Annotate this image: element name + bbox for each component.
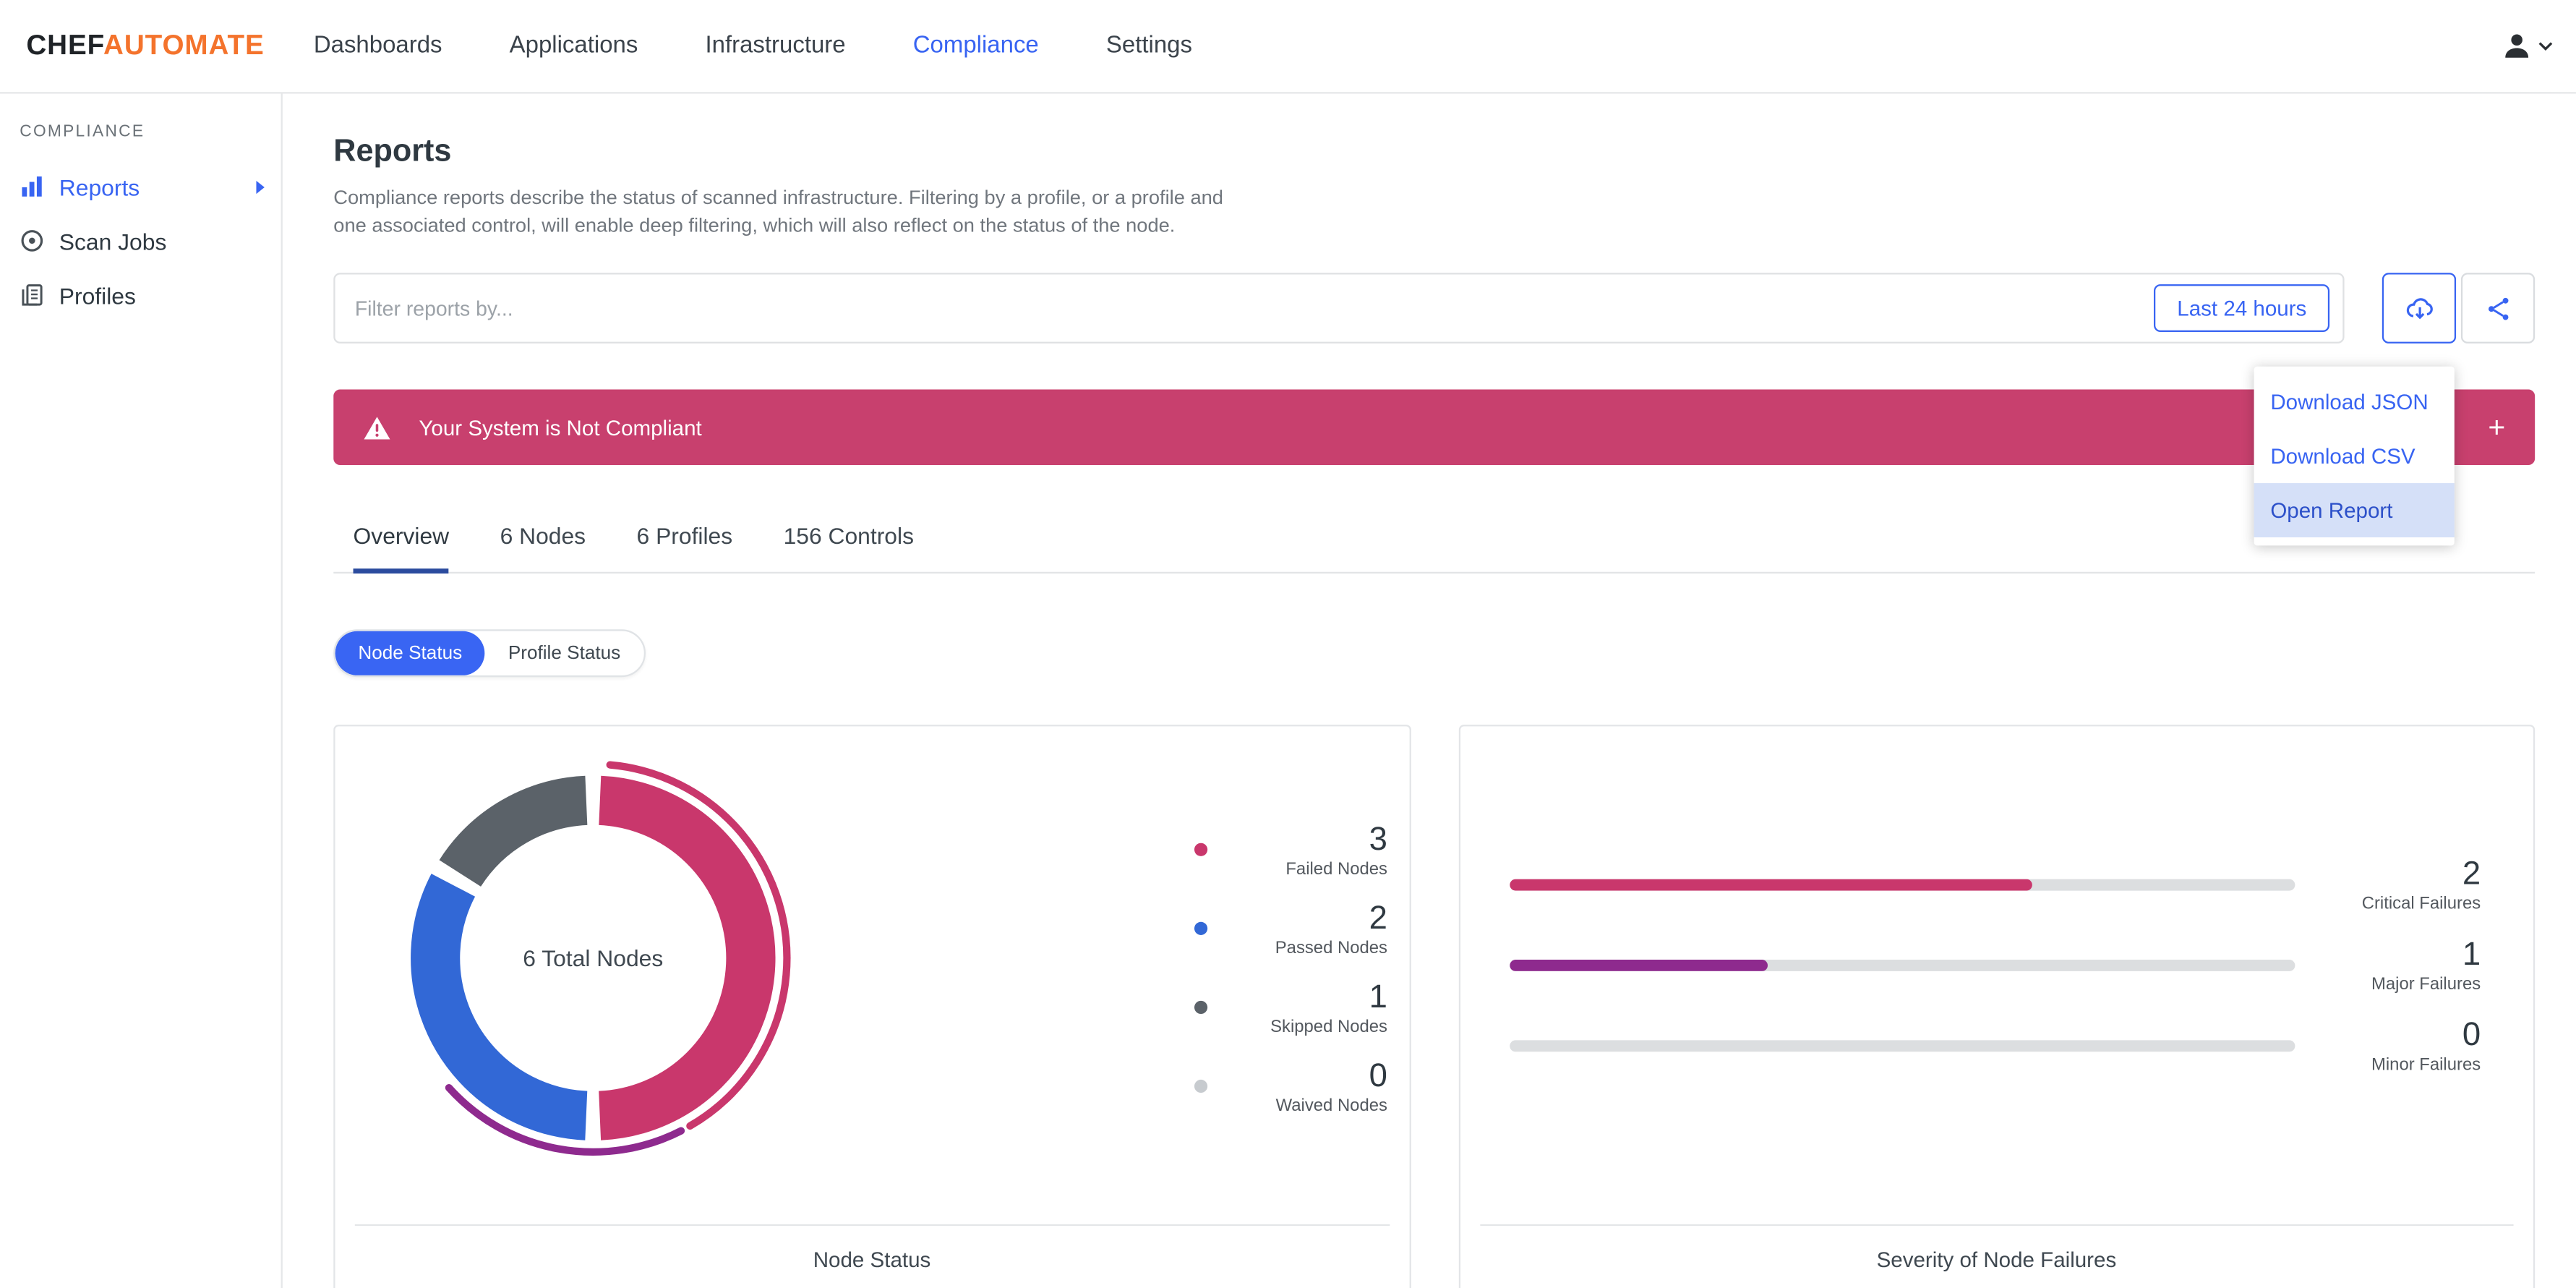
critical-count: 2 [2462, 856, 2481, 893]
cloud-download-icon [2402, 291, 2435, 324]
skipped-label: Skipped Nodes [1270, 1016, 1387, 1036]
major-count: 1 [2462, 937, 2481, 973]
node-status-pill[interactable]: Node Status [335, 631, 486, 676]
tab-profiles[interactable]: 6 Profiles [637, 523, 733, 573]
passed-dot [1193, 921, 1207, 936]
passed-label: Passed Nodes [1275, 937, 1387, 958]
report-tabs: Overview 6 Nodes 6 Profiles 156 Controls [333, 523, 2536, 574]
tab-overview[interactable]: Overview [353, 523, 450, 574]
user-menu[interactable] [2500, 30, 2553, 62]
download-menu: Download JSON Download CSV Open Report [2254, 366, 2455, 546]
filter-reports-input[interactable] [335, 297, 2154, 320]
profile-status-pill[interactable]: Profile Status [485, 631, 643, 675]
nav-compliance[interactable]: Compliance [913, 33, 1039, 59]
share-button[interactable] [2460, 273, 2536, 344]
time-range-button[interactable]: Last 24 hours [2154, 284, 2330, 333]
tab-controls[interactable]: 156 Controls [784, 523, 914, 573]
sidebar-item-label: Profiles [59, 281, 136, 309]
node-status-card: 6 Total Nodes 3 Failed Nodes 2 Passed No… [333, 725, 1411, 1288]
bar-row-major: 1 Major Failures [1509, 925, 2481, 1005]
failed-count: 3 [1369, 821, 1387, 858]
critical-label: Critical Failures [2361, 894, 2481, 914]
warning-icon [363, 415, 391, 440]
plus-icon[interactable]: + [2488, 412, 2505, 442]
sidebar-item-label: Scan Jobs [59, 227, 167, 255]
nav-applications[interactable]: Applications [510, 33, 638, 59]
waived-label: Waived Nodes [1275, 1095, 1387, 1115]
filter-actions: Download JSON Download CSV Open Report [2254, 273, 2536, 546]
chevron-down-icon [2538, 41, 2553, 51]
sidebar-item-label: Reports [59, 173, 140, 200]
share-icon [2483, 294, 2513, 323]
node-status-donut-chart: 6 Total Nodes [391, 756, 795, 1160]
compliance-status-banner: Your System is Not Compliant ta + [333, 389, 2536, 466]
main-content: Reports Compliance reports describe the … [283, 94, 2576, 1288]
critical-bar-fill [1509, 879, 2032, 891]
major-bar-track [1509, 960, 2295, 972]
sidebar-item-reports[interactable]: Reports [0, 159, 281, 213]
nav-dashboards[interactable]: Dashboards [314, 33, 442, 59]
waived-count: 0 [1369, 1057, 1387, 1094]
severity-card: 2 Critical Failures 1 Major Failures 0 M… [1458, 725, 2536, 1288]
legend-row-skipped: 1 Skipped Nodes [1193, 968, 1387, 1047]
bar-chart-icon [20, 174, 44, 199]
overview-cards: 6 Total Nodes 3 Failed Nodes 2 Passed No… [333, 725, 2536, 1288]
waived-dot [1193, 1080, 1207, 1093]
severity-bar-chart: 2 Critical Failures 1 Major Failures 0 M… [1460, 726, 2533, 1224]
chef-automate-logo[interactable]: CHEFAUTOMATE [26, 30, 264, 62]
sidebar-item-scan-jobs[interactable]: Scan Jobs [0, 213, 281, 268]
page-description: Compliance reports describe the status o… [333, 185, 1223, 237]
profiles-icon [20, 283, 44, 307]
failed-label: Failed Nodes [1285, 858, 1387, 879]
menu-item-download-json[interactable]: Download JSON [2254, 375, 2455, 429]
bar-row-critical: 2 Critical Failures [1509, 845, 2481, 925]
node-status-legend: 3 Failed Nodes 2 Passed Nodes 1 Skipped … [1193, 753, 1387, 1224]
node-status-card-title: Node Status [813, 1247, 931, 1272]
major-label: Major Failures [2371, 974, 2481, 994]
user-icon [2500, 30, 2533, 62]
skipped-dot [1193, 1000, 1207, 1015]
download-button[interactable] [2382, 273, 2457, 344]
status-toggle: Node Status Profile Status [333, 629, 646, 678]
legend-row-passed: 2 Passed Nodes [1193, 889, 1387, 968]
banner-message: Your System is Not Compliant [419, 414, 702, 440]
radar-icon [20, 229, 44, 253]
sidebar-item-profiles[interactable]: Profiles [0, 268, 281, 322]
failed-dot [1193, 843, 1207, 857]
legend-row-failed: 3 Failed Nodes [1193, 810, 1387, 889]
severity-card-title: Severity of Node Failures [1876, 1247, 2117, 1272]
app-viewport: CHEFAUTOMATE Dashboards Applications Inf… [0, 0, 2576, 1288]
minor-count: 0 [2462, 1017, 2481, 1054]
chevron-right-icon [256, 179, 265, 193]
filter-row: Last 24 hours [333, 273, 2536, 546]
brand-automate: AUTOMATE [103, 29, 265, 61]
skipped-count: 1 [1369, 978, 1387, 1015]
legend-row-waived: 0 Waived Nodes [1193, 1047, 1387, 1126]
top-bar: CHEFAUTOMATE Dashboards Applications Inf… [0, 0, 2576, 94]
compliance-sidebar: COMPLIANCE Reports Scan Jobs Profiles [0, 93, 283, 1288]
donut-center-label: 6 Total Nodes [523, 944, 664, 972]
menu-item-download-csv[interactable]: Download CSV [2254, 429, 2455, 483]
minor-label: Minor Failures [2371, 1054, 2481, 1075]
filter-input-box: Last 24 hours [333, 273, 2345, 344]
top-nav: Dashboards Applications Infrastructure C… [314, 33, 1192, 59]
page-title: Reports [333, 135, 452, 170]
major-bar-fill [1509, 960, 1768, 972]
tab-nodes[interactable]: 6 Nodes [500, 523, 586, 573]
critical-bar-track [1509, 879, 2295, 891]
nav-infrastructure[interactable]: Infrastructure [705, 33, 845, 59]
menu-item-open-report[interactable]: Open Report [2254, 483, 2455, 538]
bar-row-minor: 0 Minor Failures [1509, 1006, 2481, 1086]
minor-bar-track [1509, 1040, 2295, 1052]
sidebar-section-label: COMPLIANCE [20, 123, 145, 142]
brand-chef: CHEF [26, 29, 104, 61]
nav-settings[interactable]: Settings [1106, 33, 1192, 59]
passed-count: 2 [1369, 900, 1387, 937]
